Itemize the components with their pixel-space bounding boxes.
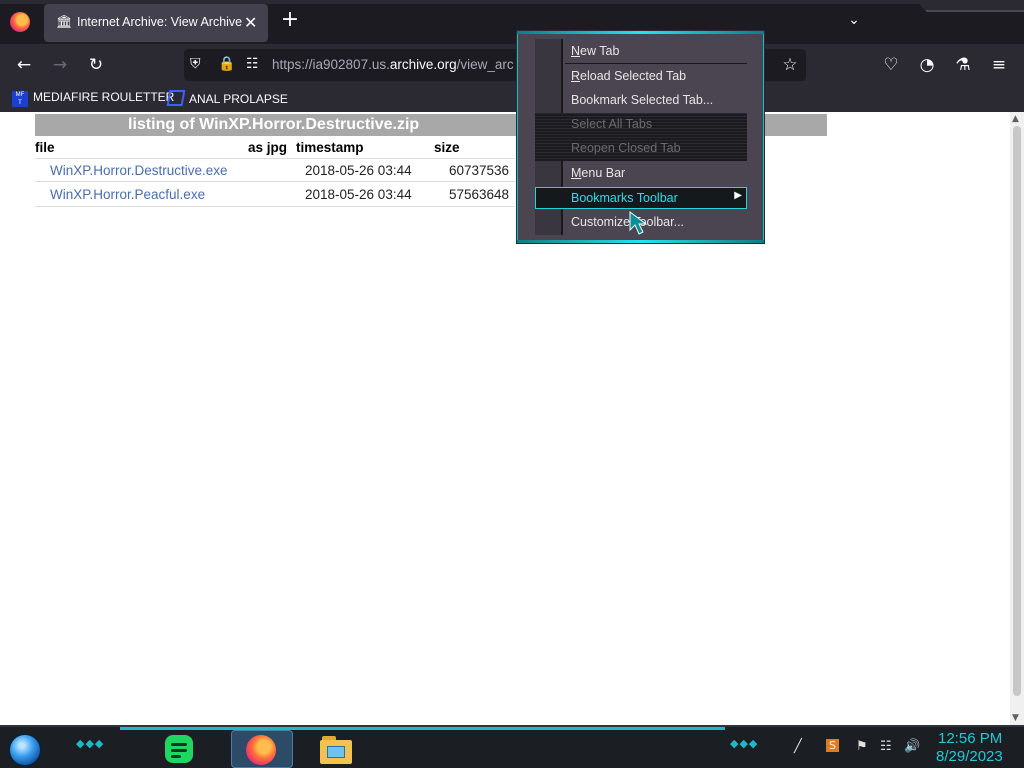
flag-icon[interactable]: ⚑ [856, 739, 868, 754]
pocket-icon[interactable]: ♡ [878, 52, 904, 78]
column-header-timestamp: timestamp [296, 140, 364, 155]
bookmark-mediafire-rouletter[interactable]: MF T MEDIAFIRE ROULETTER [12, 90, 174, 107]
extensions-icon[interactable]: ⚗ [950, 52, 976, 78]
menu-separator [565, 63, 747, 64]
tab-internet-archive[interactable]: 🏛 Internet Archive: View Archive ✕ [44, 4, 268, 42]
timestamp-cell: 2018-05-26 03:44 [305, 187, 412, 202]
notes-icon-line [171, 743, 187, 746]
list-all-tabs-chevron-icon[interactable]: ⌄ [844, 12, 864, 32]
tab-strip: 🏛 Internet Archive: View Archive ✕ + ⌄ [0, 0, 1024, 44]
menu-item-new-tab[interactable]: New Tab [571, 40, 751, 62]
scroll-down-icon[interactable]: ▼ [1012, 713, 1019, 723]
submenu-arrow-icon: ▶ [734, 190, 742, 201]
bookmark-anal-prolapse[interactable]: ANAL PROLAPSE [166, 90, 288, 106]
tab-title: Internet Archive: View Archive [77, 15, 243, 29]
lock-icon[interactable]: 🔒 [218, 56, 235, 72]
mouse-cursor-icon [629, 211, 648, 235]
taskbar-firefox[interactable] [231, 730, 293, 768]
mediafire-icon: MF T [12, 91, 28, 107]
menu-item-bookmarks-toolbar[interactable]: Bookmarks Toolbar ▶ [535, 187, 747, 209]
bookmark-star-icon[interactable]: ☆ [777, 52, 803, 78]
menu-item-label: Bookmarks Toolbar [571, 191, 678, 205]
show-desktop-icon[interactable]: ╱ [794, 739, 802, 754]
bookmark-label: ANAL PROLAPSE [189, 92, 288, 106]
column-header-file: file [35, 140, 55, 155]
new-tab-button[interactable]: + [280, 9, 300, 33]
theme-frame-decoration [916, 0, 1024, 12]
table-row: WinXP.Horror.Peacful.exe 2018-05-26 03:4… [35, 183, 515, 207]
menu-item-bookmark-selected-tab[interactable]: Bookmark Selected Tab... [571, 89, 751, 111]
notes-icon-line [171, 749, 187, 752]
forward-arrow-icon[interactable]: → [47, 52, 73, 78]
firefox-icon[interactable] [10, 12, 30, 32]
taskbar-glow-line [120, 727, 725, 730]
close-tab-icon[interactable]: ✕ [244, 13, 257, 32]
timestamp-cell: 2018-05-26 03:44 [305, 163, 412, 178]
clock-date[interactable]: 8/29/2023 [936, 748, 1003, 765]
column-header-size: size [434, 140, 460, 155]
bookmark-label: MEDIAFIRE ROULETTER [33, 90, 175, 104]
menu-glow-top [517, 31, 764, 34]
network-icon[interactable]: ☷ [880, 739, 892, 754]
volume-icon[interactable]: 🔊 [904, 739, 920, 754]
clock-time[interactable]: 12:56 PM [938, 730, 1002, 747]
file-link[interactable]: WinXP.Horror.Peacful.exe [50, 187, 205, 202]
taskbar-notes-app[interactable] [162, 732, 196, 766]
menu-hamburger-icon[interactable]: ≡ [986, 52, 1012, 78]
taskbar-decoration: ◆◆◆ [730, 737, 759, 750]
column-header-as-jpg: as jpg [248, 140, 288, 155]
vertical-scrollbar[interactable]: ▲ ▼ [1010, 112, 1024, 725]
page-content: listing of WinXP.Horror.Destructive.zip … [0, 112, 1024, 725]
file-link[interactable]: WinXP.Horror.Destructive.exe [50, 163, 228, 178]
scrollbar-thumb[interactable] [1013, 126, 1021, 696]
navigation-toolbar: ← → ↻ ⛨ 🔒 ☷ https://ia902807.us.archive.… [0, 44, 1024, 86]
menu-item-customize-toolbar[interactable]: Customize Toolbar... [571, 211, 751, 233]
back-arrow-icon[interactable]: ← [11, 52, 37, 78]
size-cell: 60737536 [449, 163, 510, 178]
taskbar-decoration: ◆◆◆ [76, 737, 105, 750]
menu-item-select-all-tabs: Select All Tabs [571, 117, 653, 131]
taskbar-file-explorer[interactable] [318, 732, 352, 766]
table-row: WinXP.Horror.Destructive.exe 2018-05-26 … [35, 158, 515, 182]
scroll-up-icon[interactable]: ▲ [1012, 114, 1019, 124]
url-text[interactable]: https://ia902807.us.archive.org/view_arc [272, 57, 514, 72]
account-icon[interactable]: ◔ [914, 52, 940, 78]
menu-item-reload-selected-tab[interactable]: Reload Selected Tab [571, 65, 751, 87]
sublime-tray-icon[interactable]: S [826, 739, 839, 752]
size-cell: 57563648 [449, 187, 510, 202]
menu-item-reopen-closed-tab: Reopen Closed Tab [571, 141, 681, 155]
folder-window-glyph [327, 746, 345, 758]
menu-glow-bottom [517, 240, 764, 243]
taskbar: ◆◆◆ ◆◆◆ ╱ S ⚑ ☷ 🔊 12:56 PM 8/29/2023 [0, 725, 1024, 768]
menu-item-menu-bar[interactable]: Menu Bar [571, 162, 751, 184]
sigma-icon [166, 90, 186, 106]
start-button[interactable] [8, 733, 42, 767]
permissions-icon[interactable]: ☷ [246, 56, 259, 72]
reload-icon[interactable]: ↻ [83, 52, 109, 78]
firefox-icon [246, 735, 276, 765]
notes-icon-line [171, 755, 181, 758]
bookmarks-toolbar: MF T MEDIAFIRE ROULETTER ANAL PROLAPSE [0, 86, 1024, 112]
listing-title-text: listing of WinXP.Horror.Destructive.zip [128, 116, 420, 133]
archive-columns-icon: 🏛 [56, 15, 73, 30]
shield-icon[interactable]: ⛨ [190, 56, 201, 72]
